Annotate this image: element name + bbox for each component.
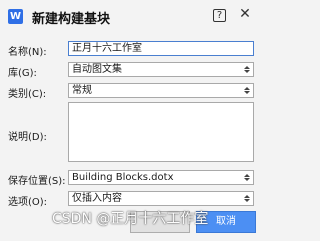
gallery-select[interactable]: 自动图文集 xyxy=(68,62,254,77)
save-in-select[interactable]: Building Blocks.dotx xyxy=(68,170,254,185)
spinner-arrows-icon[interactable] xyxy=(242,172,251,183)
close-icon[interactable]: ✕ xyxy=(237,6,253,22)
options-select-value: 仅插入内容 xyxy=(72,193,122,204)
title-bar: W 新建构建基块 ? ✕ xyxy=(0,0,263,32)
help-icon[interactable]: ? xyxy=(213,9,226,22)
csdn-watermark: CSDN @正月十六工作室 xyxy=(52,211,209,227)
gallery-label: 库(G): xyxy=(8,68,37,79)
options-select[interactable]: 仅插入内容 xyxy=(68,191,254,206)
category-label: 类别(C): xyxy=(8,89,47,100)
spinner-arrows-icon[interactable] xyxy=(242,193,251,204)
save-in-select-value: Building Blocks.dotx xyxy=(72,172,174,183)
category-select[interactable]: 常规 xyxy=(68,83,254,98)
gallery-select-value: 自动图文集 xyxy=(72,64,122,75)
dialog-title: 新建构建基块 xyxy=(32,12,111,27)
save-in-label: 保存位置(S): xyxy=(8,176,66,187)
spinner-arrows-icon[interactable] xyxy=(242,85,251,96)
description-textarea[interactable] xyxy=(68,102,254,162)
name-label: 名称(N): xyxy=(8,47,47,58)
wps-app-icon: W xyxy=(8,9,23,24)
category-select-value: 常规 xyxy=(72,85,92,96)
name-input[interactable]: 正月十六工作室 xyxy=(68,41,254,56)
options-label: 选项(O): xyxy=(8,197,48,208)
description-label: 说明(D): xyxy=(8,132,47,143)
spinner-arrows-icon[interactable] xyxy=(242,64,251,75)
